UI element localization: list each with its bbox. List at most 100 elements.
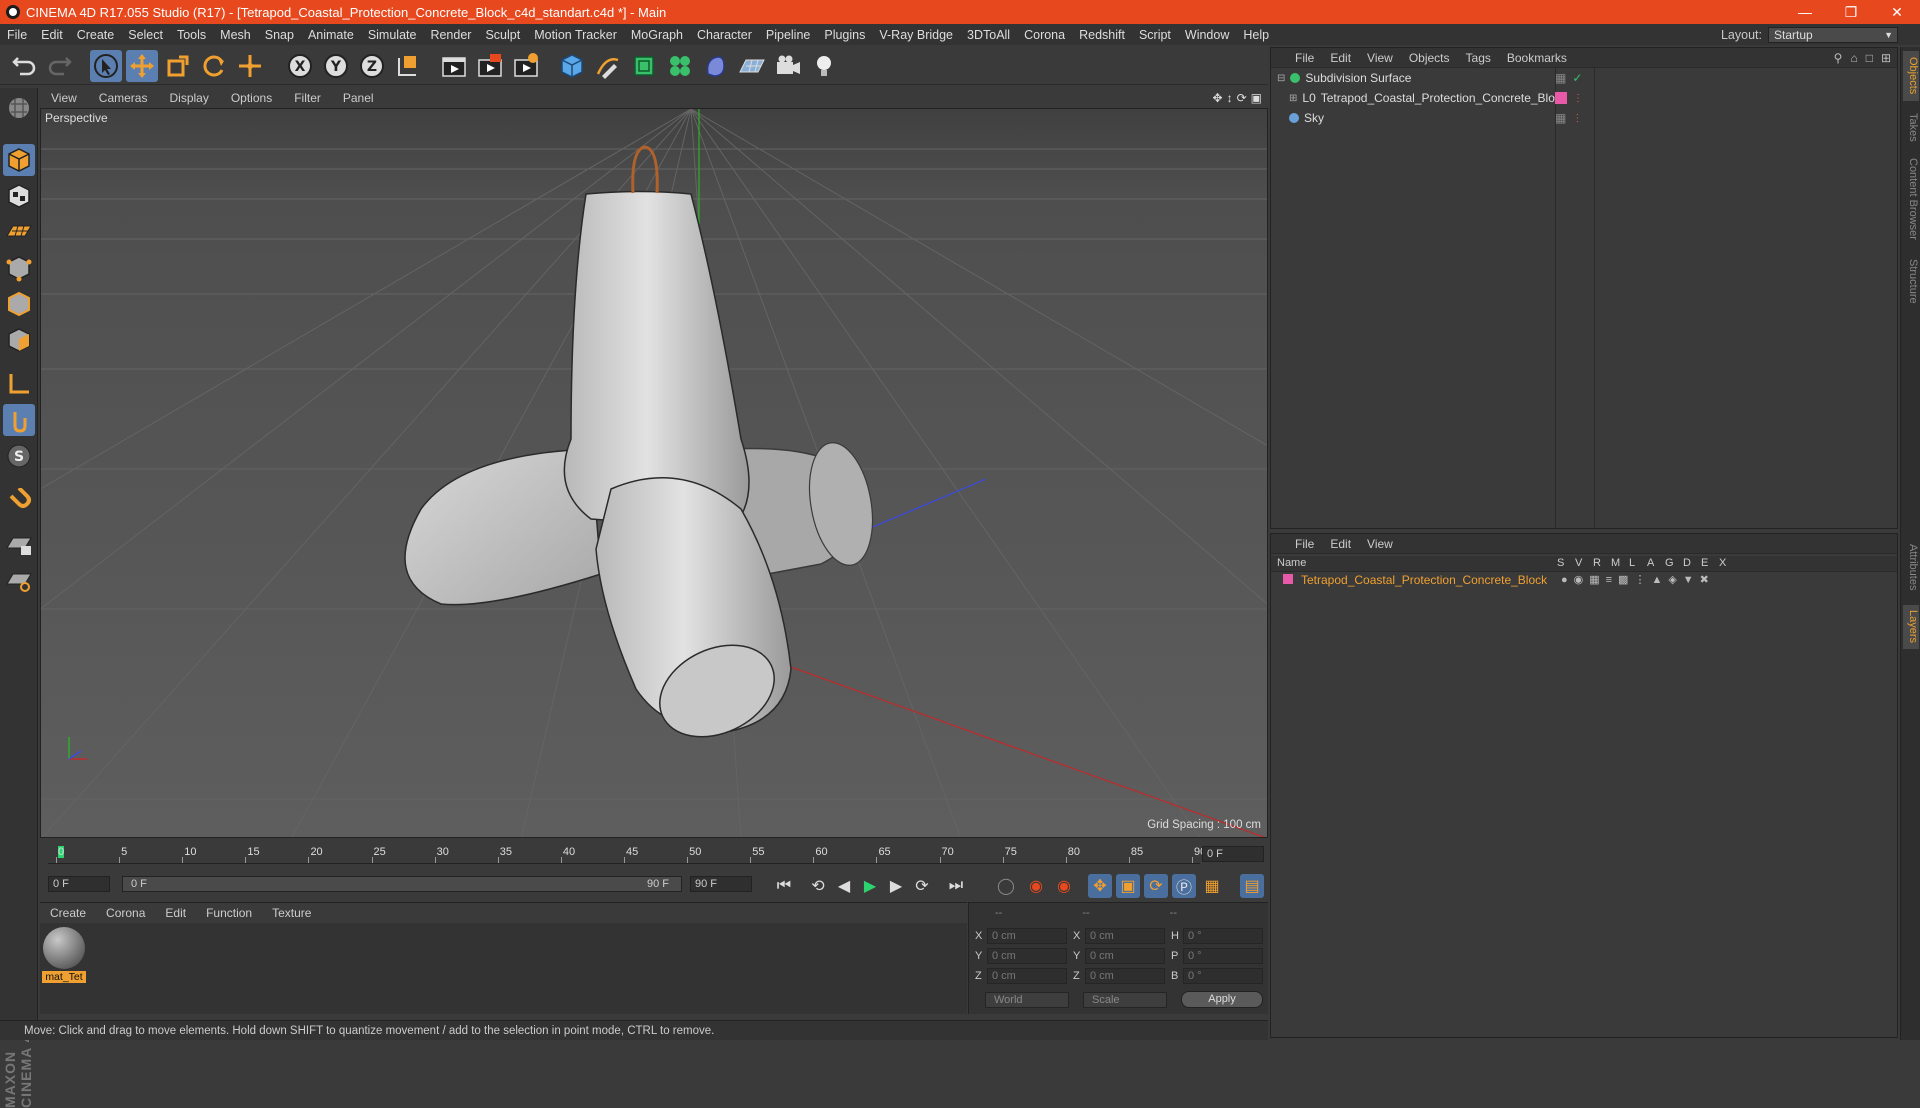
menu-window[interactable]: Window <box>1178 28 1236 42</box>
axis-mode-icon[interactable] <box>3 368 35 400</box>
layer-menu-view[interactable]: View <box>1359 537 1401 551</box>
viewport-menu-cameras[interactable]: Cameras <box>88 91 159 105</box>
render-view-icon[interactable] <box>438 50 470 82</box>
menu-edit[interactable]: Edit <box>34 28 70 42</box>
locked-workplane-icon[interactable] <box>3 528 35 560</box>
undo-icon[interactable] <box>8 50 40 82</box>
layer-menu-edit[interactable]: Edit <box>1322 537 1359 551</box>
edges-mode-icon[interactable] <box>3 288 35 320</box>
menu-pipeline[interactable]: Pipeline <box>759 28 817 42</box>
menu-mograph[interactable]: MoGraph <box>624 28 690 42</box>
next-key-icon[interactable]: ⟳ <box>910 874 934 898</box>
y-axis-lock-icon[interactable]: Y <box>320 50 352 82</box>
tab-takes[interactable]: Takes <box>1903 107 1919 147</box>
snap-icon[interactable]: S <box>3 440 35 472</box>
menu-help[interactable]: Help <box>1236 28 1276 42</box>
menu-file[interactable]: File <box>0 28 34 42</box>
scale-tool-icon[interactable] <box>162 50 194 82</box>
maximize-view-icon[interactable]: ▣ <box>1251 91 1262 105</box>
material-menu-function[interactable]: Function <box>196 906 262 920</box>
size-z-field[interactable]: 0 cm <box>1085 968 1165 984</box>
viewport-menu-display[interactable]: Display <box>158 91 219 105</box>
home-icon[interactable]: ⌂ <box>1850 51 1857 65</box>
rot-b-field[interactable]: 0 ° <box>1183 968 1263 984</box>
previous-key-icon[interactable]: ⟲ <box>806 874 830 898</box>
visibility-toggle-icon[interactable]: ⋮ <box>1572 113 1582 124</box>
viewport-menu-panel[interactable]: Panel <box>332 91 385 105</box>
menu-snap[interactable]: Snap <box>258 28 301 42</box>
next-frame-icon[interactable]: ▶ <box>884 874 908 898</box>
menu-character[interactable]: Character <box>690 28 759 42</box>
layer-flag-icons[interactable]: ●◉▦≡▩⋮▲◈▼✖ <box>1561 573 1715 586</box>
tab-structure[interactable]: Structure <box>1903 251 1919 311</box>
live-selection-icon[interactable] <box>90 50 122 82</box>
menu-motion-tracker[interactable]: Motion Tracker <box>527 28 624 42</box>
menu-3dtoall[interactable]: 3DToAll <box>960 28 1017 42</box>
expand-icon[interactable]: ⊞ <box>1289 93 1297 104</box>
go-to-start-icon[interactable]: ⏮ <box>772 874 796 898</box>
visibility-dots-icon[interactable]: ▦ <box>1555 111 1566 125</box>
material-menu-edit[interactable]: Edit <box>155 906 196 920</box>
record-active-keys-icon[interactable]: ◉ <box>1024 874 1048 898</box>
enabled-check-icon[interactable]: ✓ <box>1572 71 1582 85</box>
apply-button[interactable]: Apply <box>1181 991 1263 1008</box>
menu-redshift[interactable]: Redshift <box>1072 28 1132 42</box>
material-menu-corona[interactable]: Corona <box>96 906 155 920</box>
layer-color-swatch[interactable] <box>1283 574 1293 584</box>
key-position-icon[interactable]: ✥ <box>1088 874 1112 898</box>
menu-vray-bridge[interactable]: V-Ray Bridge <box>872 28 960 42</box>
key-rotation-icon[interactable]: ⟳ <box>1144 874 1168 898</box>
object-row-tetrapod[interactable]: ⊞ L0 Tetrapod_Coastal_Protection_Concret… <box>1271 88 1897 108</box>
obj-menu-file[interactable]: File <box>1287 51 1322 65</box>
obj-menu-bookmarks[interactable]: Bookmarks <box>1499 51 1575 65</box>
key-parameter-icon[interactable]: Ⓟ <box>1172 874 1196 898</box>
transform-tool-icon[interactable] <box>234 50 266 82</box>
coord-mode-dropdown[interactable]: World <box>985 992 1069 1008</box>
search-icon[interactable]: ⚲ <box>1834 51 1843 65</box>
expand-icon[interactable]: ⊞ <box>1881 51 1891 65</box>
pos-z-field[interactable]: 0 cm <box>987 968 1067 984</box>
obj-menu-view[interactable]: View <box>1359 51 1401 65</box>
tab-content-browser[interactable]: Content Browser <box>1903 153 1919 245</box>
workplane-icon[interactable] <box>3 216 35 248</box>
light-icon[interactable] <box>808 50 840 82</box>
menu-sculpt[interactable]: Sculpt <box>478 28 527 42</box>
material-menu-create[interactable]: Create <box>40 906 96 920</box>
tab-objects[interactable]: Objects <box>1903 51 1919 101</box>
start-frame-field[interactable]: 0 F <box>48 876 110 892</box>
obj-menu-tags[interactable]: Tags <box>1458 51 1499 65</box>
menu-plugins[interactable]: Plugins <box>817 28 872 42</box>
key-scale-icon[interactable]: ▣ <box>1116 874 1140 898</box>
texture-mode-icon[interactable] <box>3 180 35 212</box>
menu-render[interactable]: Render <box>423 28 478 42</box>
menu-script[interactable]: Script <box>1132 28 1178 42</box>
go-to-end-icon[interactable]: ⏭ <box>944 874 968 898</box>
menu-create[interactable]: Create <box>70 28 122 42</box>
layer-menu-file[interactable]: File <box>1287 537 1322 551</box>
minimize-icon[interactable]: — <box>1782 4 1828 21</box>
orbit-icon[interactable]: ⟳ <box>1237 91 1247 105</box>
end-frame-field[interactable]: 90 F <box>690 876 752 892</box>
menu-mesh[interactable]: Mesh <box>213 28 258 42</box>
visibility-dots-icon[interactable]: ▦ <box>1555 71 1566 85</box>
subdivision-surface-icon[interactable] <box>628 50 660 82</box>
timeline-window-icon[interactable]: ▤ <box>1240 874 1264 898</box>
model-mode-icon[interactable] <box>3 144 35 176</box>
cloner-icon[interactable] <box>664 50 696 82</box>
polygons-mode-icon[interactable] <box>3 324 35 356</box>
layer-row[interactable]: Tetrapod_Coastal_Protection_Concrete_Blo… <box>1271 572 1897 590</box>
material-menu-texture[interactable]: Texture <box>262 906 321 920</box>
object-row-subdivision-surface[interactable]: ⊟ Subdivision Surface ▦ ✓ <box>1271 68 1897 88</box>
z-axis-lock-icon[interactable]: Z <box>356 50 388 82</box>
frame-range-slider[interactable]: 0 F 90 F <box>122 876 682 892</box>
render-picture-viewer-icon[interactable] <box>474 50 506 82</box>
pos-y-field[interactable]: 0 cm <box>987 948 1067 964</box>
viewport[interactable]: Perspective Grid Spacing : 100 cm <box>40 108 1268 838</box>
spline-pen-icon[interactable] <box>592 50 624 82</box>
menu-simulate[interactable]: Simulate <box>361 28 424 42</box>
tab-layers[interactable]: Layers <box>1903 605 1919 649</box>
size-y-field[interactable]: 0 cm <box>1085 948 1165 964</box>
pos-x-field[interactable]: 0 cm <box>987 928 1067 944</box>
x-axis-lock-icon[interactable]: X <box>284 50 316 82</box>
render-settings-icon[interactable] <box>510 50 542 82</box>
